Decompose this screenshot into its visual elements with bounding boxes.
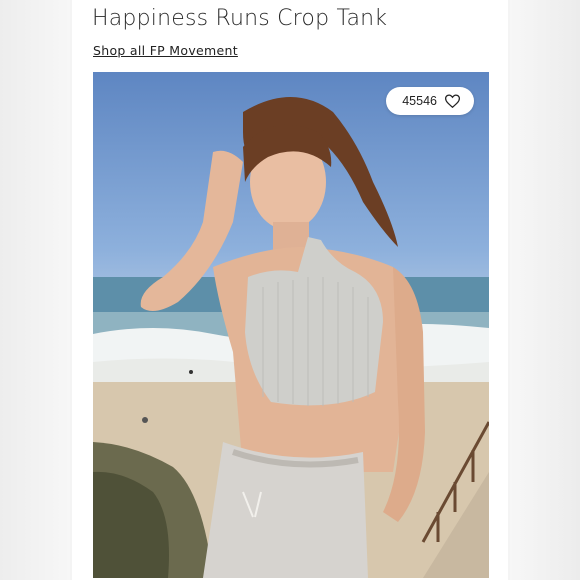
- product-photo[interactable]: 45546: [93, 72, 489, 578]
- shop-all-link[interactable]: Shop all FP Movement: [93, 43, 238, 58]
- heart-icon: [445, 94, 460, 108]
- product-card: Happiness Runs Crop Tank Shop all FP Mov…: [72, 0, 508, 580]
- like-count: 45546: [402, 94, 437, 108]
- like-button[interactable]: 45546: [386, 87, 474, 115]
- beach-scene-illustration: [93, 97, 489, 578]
- left-margin: [0, 0, 70, 580]
- product-title: Happiness Runs Crop Tank: [92, 6, 388, 31]
- right-margin: [510, 0, 580, 580]
